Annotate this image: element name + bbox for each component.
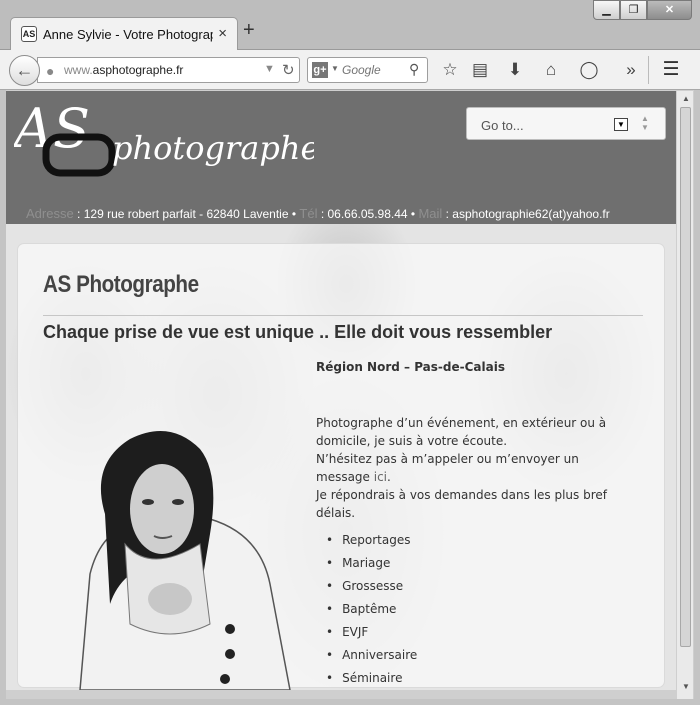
- contact-link[interactable]: ici: [374, 470, 387, 484]
- overflow-chevron-icon[interactable]: »: [621, 59, 641, 81]
- scroll-up-arrow-icon[interactable]: ▲: [678, 91, 694, 107]
- engine-dropdown-icon[interactable]: ▼: [331, 64, 339, 73]
- window-frame-bottom: [0, 699, 700, 705]
- scrollbar-thumb[interactable]: [680, 107, 691, 647]
- site-logo[interactable]: AS photographe: [14, 99, 314, 199]
- goto-select-label: Go to...: [481, 118, 524, 133]
- tab-title: Anne Sylvie - Votre Photographe: [43, 27, 213, 42]
- page-viewport: AS photographe Go to... ▼ ▲ ▼ Adresse : 1…: [6, 91, 676, 690]
- spinner-arrows-icon: ▲ ▼: [641, 114, 649, 132]
- tel-value: : 06.66.05.98.44 •: [320, 207, 416, 221]
- mail-key: Mail: [418, 206, 443, 221]
- goto-select[interactable]: Go to... ▼ ▲ ▼: [466, 107, 666, 140]
- search-engine-icon[interactable]: g+: [312, 62, 328, 78]
- intro-text: Photographe d’un événement, en extérieur…: [316, 414, 616, 522]
- service-item: Mariage: [318, 555, 417, 578]
- url-history-dropdown-icon[interactable]: ▼: [264, 63, 275, 75]
- back-button[interactable]: ←: [9, 55, 40, 86]
- window-maximize-button[interactable]: ❐: [620, 0, 647, 20]
- new-tab-button[interactable]: +: [243, 19, 255, 42]
- photographer-portrait: [79, 431, 291, 690]
- address-key: Adresse: [26, 206, 74, 221]
- reading-list-icon[interactable]: ▤: [470, 59, 490, 81]
- download-icon[interactable]: ⬇: [505, 59, 525, 81]
- back-arrow-icon: ←: [15, 60, 34, 80]
- search-icon[interactable]: ⚲: [409, 61, 419, 78]
- region-heading: Région Nord – Pas-de-Calais: [316, 360, 505, 374]
- service-item: Anniversaire: [318, 647, 417, 670]
- url-bar[interactable]: ● www.asphotographe.fr ▼ ↻: [37, 57, 300, 83]
- scroll-down-arrow-icon[interactable]: ▼: [678, 679, 694, 695]
- service-item: EVJF: [318, 624, 417, 647]
- navigation-toolbar: ● www.asphotographe.fr ▼ ↻ ← g+ ▼ ⚲ ☆ ▤ …: [0, 50, 700, 90]
- service-item: Reportages: [318, 532, 417, 555]
- address-value: : 129 rue robert parfait - 62840 Laventi…: [77, 207, 297, 221]
- logo-initials: AS: [14, 99, 90, 160]
- globe-icon: ●: [46, 63, 55, 79]
- window-minimize-button[interactable]: ▁: [593, 0, 620, 20]
- title-bar: AS Anne Sylvie - Votre Photographe × + ▁…: [0, 0, 700, 50]
- chevron-down-icon[interactable]: ▼: [614, 118, 628, 131]
- intro-paragraph-2: N’hésitez pas à m’appeler ou m’envoyer u…: [316, 452, 579, 484]
- title-divider: [43, 315, 643, 316]
- tab-close-icon[interactable]: ×: [218, 25, 227, 42]
- service-item: Baptême: [318, 601, 417, 624]
- page-scrollbar[interactable]: ▲ ▼: [676, 91, 693, 699]
- service-item: Séminaire: [318, 670, 417, 690]
- hamburger-menu-icon[interactable]: ☰: [658, 57, 684, 83]
- page-tagline: Chaque prise de vue est unique .. Elle d…: [43, 322, 553, 342]
- toolbar-separator: [648, 56, 649, 84]
- page-title: AS Photographe: [43, 271, 199, 298]
- sync-icon[interactable]: ◯: [579, 59, 599, 81]
- home-icon[interactable]: ⌂: [541, 59, 561, 81]
- site-header: AS photographe Go to... ▼ ▲ ▼ Adresse : 1…: [6, 91, 676, 224]
- window-close-button[interactable]: ✕: [647, 0, 692, 20]
- reload-icon[interactable]: ↻: [282, 61, 295, 79]
- bookmark-star-icon[interactable]: ☆: [440, 59, 460, 81]
- contact-line: Adresse : 129 rue robert parfait - 62840…: [26, 206, 610, 221]
- logo-word: photographe: [112, 129, 314, 167]
- window-frame-right: [694, 90, 700, 700]
- service-item: Grossesse: [318, 578, 417, 601]
- search-input[interactable]: [342, 63, 407, 77]
- intro-paragraph-1: Photographe d’un événement, en extérieur…: [316, 416, 607, 448]
- tel-key: Tél: [299, 206, 318, 221]
- url-text[interactable]: www.asphotographe.fr: [64, 63, 183, 77]
- services-list: Reportages Mariage Grossesse Baptême EVJ…: [318, 532, 417, 690]
- tab-active[interactable]: AS Anne Sylvie - Votre Photographe ×: [10, 17, 238, 50]
- site-favicon-icon: AS: [21, 26, 37, 42]
- mail-value: : asphotographie62(at)yahoo.fr: [445, 207, 610, 221]
- search-bar[interactable]: g+ ▼ ⚲: [307, 57, 428, 83]
- intro-paragraph-3: Je répondrais à vos demandes dans les pl…: [316, 488, 607, 520]
